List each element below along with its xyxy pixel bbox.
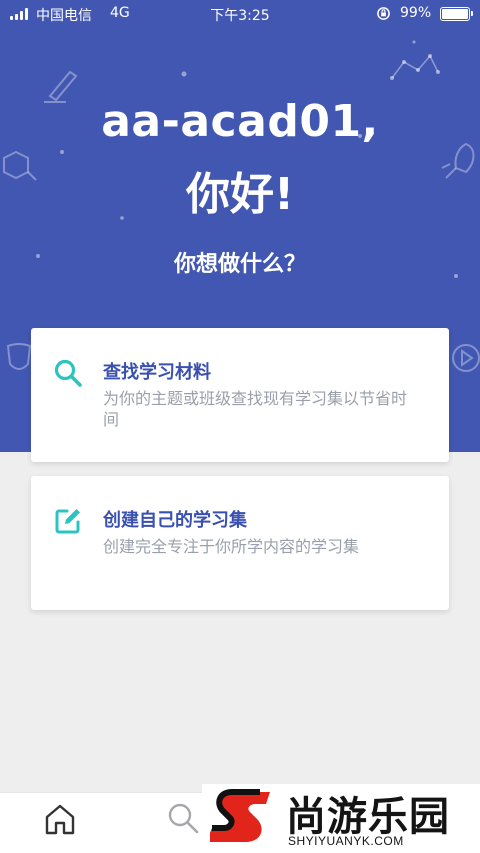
search-icon[interactable] [166, 801, 200, 835]
greeting-username: aa-acad01, [101, 96, 379, 147]
watermark-logo-icon [210, 789, 270, 842]
card-description: 创建完全专注于你所学内容的学习集 [103, 537, 360, 556]
prompt-question: 你想做什么？ [173, 252, 306, 277]
search-icon [54, 359, 82, 387]
watermark-subtitle: SHYIYUANYK.COM [288, 834, 404, 848]
create-study-set-card[interactable]: 创建自己的学习集 创建完全专注于你所学内容的学习集 [31, 476, 449, 610]
watermark: 尚游乐园 SHYIYUANYK.COM [202, 784, 480, 853]
greeting-hello: 你好! [185, 169, 295, 220]
card-title: 查找学习材料 [103, 362, 211, 383]
home-icon[interactable] [44, 803, 76, 837]
card-description: 为你的主题或班级查找现有学习集以节省时间 [103, 389, 408, 429]
find-study-material-card[interactable]: 查找学习材料 为你的主题或班级查找现有学习集以节省时间 [31, 328, 449, 462]
card-title: 创建自己的学习集 [103, 510, 247, 531]
edit-icon [55, 509, 80, 534]
